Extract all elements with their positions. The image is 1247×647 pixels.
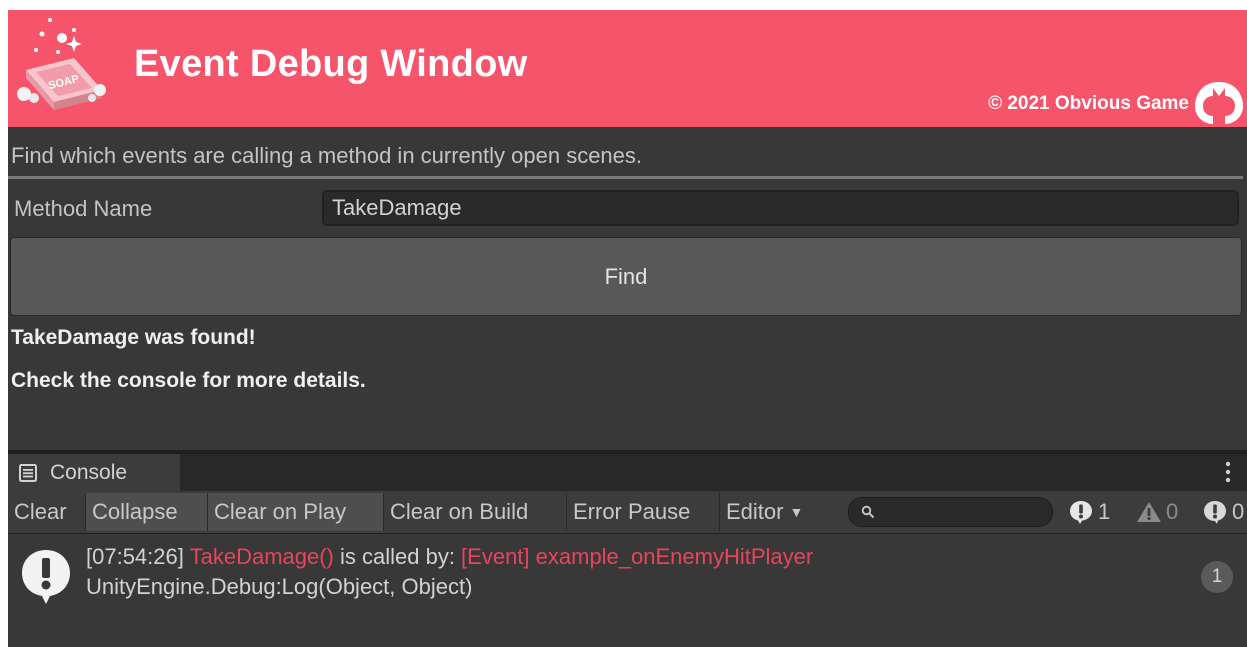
tab-console[interactable]: Console: [8, 454, 180, 491]
console-search-input[interactable]: [848, 497, 1053, 527]
log-called-by: is called by:: [333, 544, 462, 569]
error-icon: [1204, 501, 1226, 524]
editor-dropdown-label: Editor: [726, 499, 784, 524]
clear-on-build-toggle[interactable]: Clear on Build: [384, 493, 567, 531]
window-description: Find which events are calling a method i…: [11, 143, 643, 168]
error-pause-toggle[interactable]: Error Pause: [567, 493, 720, 531]
clear-on-play-toggle[interactable]: Clear on Play: [208, 493, 384, 531]
collapse-toggle[interactable]: Collapse: [86, 493, 208, 531]
console-toolbar: Clear Collapse Clear on Play Clear on Bu…: [8, 491, 1247, 534]
log-event-name: [Event] example_onEnemyHitPlayer: [461, 544, 814, 569]
error-count: 0: [1232, 499, 1245, 524]
separator: [8, 176, 1243, 179]
window-title: Event Debug Window: [134, 43, 528, 85]
search-icon: [861, 505, 875, 519]
soap-logo-icon: SOAP: [17, 18, 106, 110]
console-icon: [19, 463, 37, 482]
error-count-toggle[interactable]: 0: [1202, 493, 1244, 531]
event-debug-window: SOAP Event Debug Window © 2021 Obvious G…: [8, 10, 1247, 647]
result-found-text: TakeDamage was found!: [11, 326, 256, 349]
info-icon: [1070, 501, 1092, 524]
obvious-game-logo-icon: [1195, 82, 1243, 124]
log-message: [07:54:26] TakeDamage() is called by: [E…: [86, 544, 813, 570]
result-hint-text: Check the console for more details.: [11, 369, 366, 392]
header-banner: SOAP Event Debug Window © 2021 Obvious G…: [8, 10, 1247, 127]
log-entry[interactable]: [07:54:26] TakeDamage() is called by: [E…: [8, 534, 1247, 608]
console-tab-bar: Console: [8, 454, 1247, 491]
find-button[interactable]: Find: [10, 237, 1242, 316]
log-stack-trace: UnityEngine.Debug:Log(Object, Object): [86, 574, 473, 599]
info-count: 1: [1098, 499, 1111, 524]
info-count-toggle[interactable]: 1: [1068, 493, 1110, 531]
warning-count: 0: [1166, 499, 1179, 524]
warning-count-toggle[interactable]: 0: [1136, 493, 1178, 531]
chevron-down-icon: ▼: [789, 504, 804, 520]
log-collapse-count-badge: 1: [1201, 561, 1233, 593]
log-method-name: TakeDamage(): [189, 544, 334, 569]
method-name-input[interactable]: [322, 190, 1239, 226]
method-name-label: Method Name: [14, 196, 153, 221]
editor-dropdown[interactable]: Editor ▼: [720, 493, 822, 531]
copyright-text: © 2021 Obvious Game: [988, 93, 1189, 114]
info-icon: [22, 550, 70, 604]
console-tab-label: Console: [50, 460, 128, 484]
more-options-icon[interactable]: [1225, 460, 1231, 484]
warning-icon: [1137, 502, 1161, 522]
log-timestamp: [07:54:26]: [86, 544, 184, 569]
clear-button[interactable]: Clear: [8, 493, 86, 531]
